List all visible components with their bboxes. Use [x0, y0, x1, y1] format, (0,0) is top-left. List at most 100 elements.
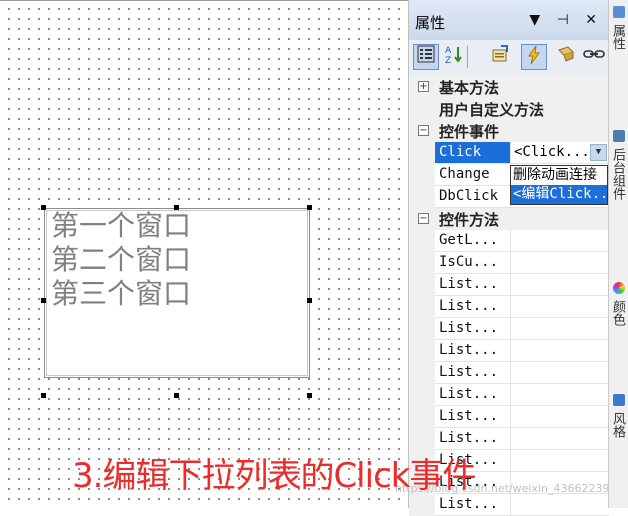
method-row[interactable]: List...: [409, 296, 609, 318]
method-name[interactable]: List...: [435, 296, 511, 317]
method-name[interactable]: List...: [435, 274, 511, 295]
method-value[interactable]: [511, 362, 609, 383]
chevron-down-icon[interactable]: ▼: [590, 144, 607, 161]
method-row[interactable]: List...: [409, 406, 609, 428]
lightning-events-icon[interactable]: [521, 44, 547, 70]
row-gutter: [409, 296, 435, 318]
category-basic-methods[interactable]: + 基本方法: [409, 76, 609, 98]
resize-handle[interactable]: [307, 298, 312, 303]
property-grid: + 基本方法 用户自定义方法 − 控件事件 Click <Click... ▼ …: [409, 76, 609, 516]
listbox-item: 第二个窗口: [51, 243, 192, 276]
row-gutter: [409, 384, 435, 406]
event-row-click[interactable]: Click <Click... ▼: [409, 142, 609, 164]
row-gutter: [409, 164, 435, 186]
resize-handle[interactable]: [174, 205, 179, 210]
methods-icon[interactable]: [553, 44, 579, 70]
method-value[interactable]: [511, 384, 609, 405]
method-value[interactable]: [511, 296, 609, 317]
method-row[interactable]: List...: [409, 362, 609, 384]
method-value[interactable]: [511, 340, 609, 361]
resize-handle[interactable]: [307, 205, 312, 210]
event-name[interactable]: Click: [435, 142, 511, 163]
listbox-item: 第三个窗口: [51, 277, 192, 310]
method-row[interactable]: List...: [409, 274, 609, 296]
category-user-methods[interactable]: 用户自定义方法: [409, 98, 609, 120]
side-tab-colors[interactable]: 颜色: [610, 300, 627, 326]
method-name[interactable]: List...: [435, 494, 511, 515]
resize-handle[interactable]: [174, 393, 179, 398]
row-gutter: [409, 406, 435, 428]
listbox-control[interactable]: 第一个窗口 第二个窗口 第三个窗口: [44, 208, 310, 378]
link-icon[interactable]: [581, 44, 607, 70]
category-label: 控件事件: [439, 123, 500, 141]
method-row[interactable]: IsCu...: [409, 252, 609, 274]
method-value[interactable]: [511, 252, 609, 273]
canvas-border: [0, 0, 408, 1]
resize-handle[interactable]: [307, 393, 312, 398]
row-gutter: [409, 274, 435, 296]
categorized-view-icon[interactable]: [413, 44, 439, 70]
row-gutter: [409, 494, 435, 516]
side-tab-background-components[interactable]: 后台组件: [610, 148, 627, 200]
listbox-item: 第一个窗口: [51, 209, 192, 242]
method-value[interactable]: [511, 450, 609, 471]
method-value[interactable]: [511, 230, 609, 251]
method-name[interactable]: List...: [435, 384, 511, 405]
method-name[interactable]: List...: [435, 340, 511, 361]
collapse-toggle[interactable]: −: [418, 213, 429, 224]
category-label: 控件方法: [439, 211, 500, 229]
side-tab-properties[interactable]: 属性: [610, 24, 627, 50]
category-control-events[interactable]: − 控件事件: [409, 120, 609, 142]
method-name[interactable]: IsCu...: [435, 252, 511, 273]
design-canvas[interactable]: 第一个窗口 第二个窗口 第三个窗口: [0, 0, 408, 508]
panel-titlebar: 属性 ▼ ⊣ ✕: [409, 0, 609, 44]
category-label: 基本方法: [439, 79, 500, 97]
row-gutter: [409, 362, 435, 384]
row-gutter: [409, 142, 435, 164]
row-gutter: [409, 428, 435, 450]
dropdown-item-edit-click[interactable]: <编辑Click...: [511, 185, 607, 204]
method-value[interactable]: [511, 318, 609, 339]
panel-window-controls[interactable]: ▼ ⊣ ✕: [529, 12, 603, 28]
row-gutter: [409, 230, 435, 252]
combobox-value: <Click...: [514, 144, 590, 160]
method-row[interactable]: List...: [409, 340, 609, 362]
category-control-methods[interactable]: − 控件方法: [409, 208, 609, 230]
method-name[interactable]: List...: [435, 362, 511, 383]
panel-title: 属性: [415, 14, 446, 32]
method-row[interactable]: List...: [409, 384, 609, 406]
method-value[interactable]: [511, 406, 609, 427]
row-gutter: [409, 186, 435, 208]
method-name[interactable]: List...: [435, 406, 511, 427]
row-gutter: [409, 252, 435, 274]
properties-icon[interactable]: [487, 44, 513, 70]
event-name[interactable]: Change: [435, 164, 511, 185]
resize-handle[interactable]: [41, 298, 46, 303]
collapse-toggle[interactable]: −: [418, 125, 429, 136]
svg-text:Z: Z: [445, 56, 451, 64]
resize-handle[interactable]: [41, 393, 46, 398]
event-dropdown-list[interactable]: 删除动画连接 <编辑Click...: [510, 165, 608, 205]
expand-toggle[interactable]: +: [418, 81, 429, 92]
click-event-combobox[interactable]: <Click... ▼: [511, 142, 607, 163]
toolbar-separator: [467, 46, 468, 68]
side-tab-style[interactable]: 风格: [610, 412, 627, 438]
tutorial-caption: 3.编辑下拉列表的Click事件: [72, 456, 476, 496]
event-name[interactable]: DbClick: [435, 186, 511, 207]
method-name[interactable]: List...: [435, 428, 511, 449]
row-gutter: [409, 318, 435, 340]
method-row[interactable]: List...: [409, 318, 609, 340]
method-value[interactable]: [511, 428, 609, 449]
dropdown-item-delete-animation-link[interactable]: 删除动画连接: [511, 166, 607, 185]
method-value[interactable]: [511, 274, 609, 295]
resize-handle[interactable]: [41, 205, 46, 210]
sort-az-icon[interactable]: AZ: [441, 44, 467, 70]
method-name[interactable]: GetL...: [435, 230, 511, 251]
method-row[interactable]: List...: [409, 494, 609, 516]
properties-panel: 属性 ▼ ⊣ ✕ AZ + 基本方法 用户自定义方法 − 控件事件 Click …: [408, 0, 609, 516]
method-name[interactable]: List...: [435, 318, 511, 339]
method-value[interactable]: [511, 494, 609, 515]
method-row[interactable]: List...: [409, 428, 609, 450]
method-row[interactable]: GetL...: [409, 230, 609, 252]
panel-toolbar: AZ: [409, 40, 609, 77]
